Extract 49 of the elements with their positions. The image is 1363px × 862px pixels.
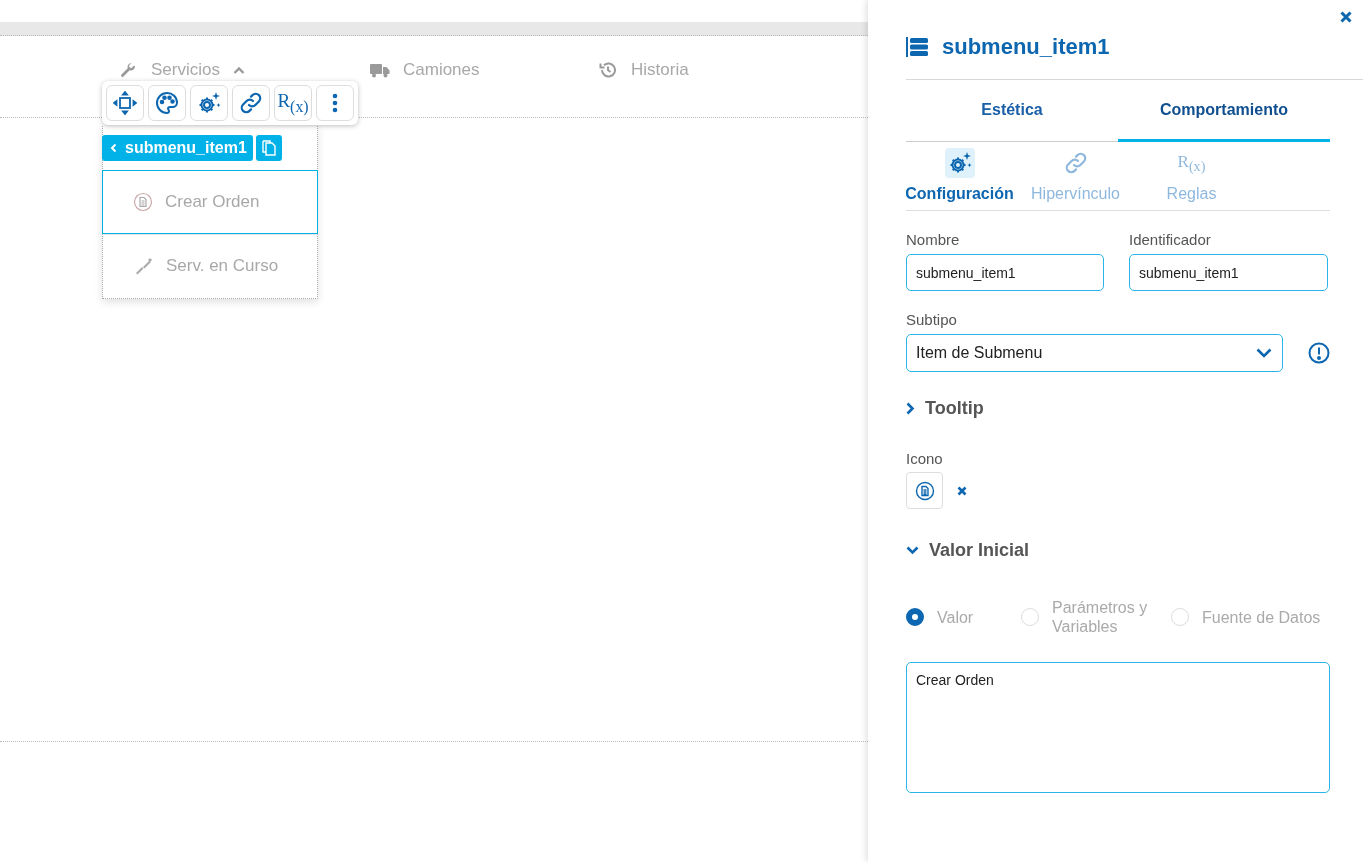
radio-label: Fuente de Datos [1202, 607, 1321, 627]
toolbar-button[interactable] [106, 85, 144, 121]
formula-symbol: R$_{(x)}$ [1177, 152, 1206, 174]
info-icon[interactable] [1308, 342, 1330, 364]
submenu-label: Serv. en Curso [166, 256, 279, 276]
formula-symbol: R$_{(x)}$ [277, 91, 309, 115]
chevron-left-icon [110, 143, 117, 153]
toolbar-button[interactable] [232, 85, 270, 121]
wrench-icon [120, 62, 136, 78]
toolbar-button[interactable] [316, 85, 354, 121]
palette-icon [155, 91, 179, 115]
section-toggle[interactable]: Tooltip [906, 398, 984, 419]
field-label: Nombre [906, 231, 961, 248]
input-field[interactable]: submenu_item1 [1129, 254, 1328, 291]
submenu-label: Crear Orden [165, 192, 260, 212]
link-icon [1063, 151, 1088, 175]
clear-button[interactable] [957, 485, 967, 496]
document-icon [133, 192, 153, 212]
tab[interactable]: Comportamiento [1118, 80, 1330, 142]
toolbar-button[interactable] [148, 85, 186, 121]
panel-title: submenu_item1 [942, 33, 1110, 60]
history-icon [599, 61, 617, 79]
document-icon [914, 480, 935, 501]
close-icon [957, 485, 967, 496]
radio-label: Valor [937, 607, 974, 627]
screwdriver-icon [134, 256, 154, 276]
more-icon [332, 93, 338, 113]
toolbar-button[interactable] [190, 85, 228, 121]
field-label: Subtipo [906, 311, 958, 328]
icon-picker[interactable] [906, 472, 943, 509]
radio-label: Parámetros y Variables [1052, 598, 1149, 636]
section-toggle[interactable]: Valor Inicial [906, 540, 1030, 561]
link-icon [239, 91, 263, 115]
subtype-dropdown[interactable]: Item de Submenu [906, 334, 1283, 372]
tab[interactable]: Estética [906, 80, 1118, 142]
move-icon [113, 91, 137, 115]
toolbar-button[interactable]: R$_{(x)}$ [274, 85, 312, 121]
close-button[interactable] [1338, 9, 1354, 25]
list-icon [906, 36, 928, 57]
truck-icon [370, 62, 390, 78]
value-textarea[interactable]: Crear Orden [906, 662, 1330, 793]
close-icon [1340, 11, 1352, 23]
radio-button[interactable] [906, 608, 924, 626]
input-field[interactable]: submenu_item1 [906, 254, 1104, 291]
chevron-down-icon [1256, 348, 1272, 358]
field-label: Identificador [1129, 231, 1212, 248]
subtab[interactable]: Configuración [906, 142, 1013, 210]
copy-icon [261, 140, 276, 156]
field-label: Icono [906, 450, 944, 467]
